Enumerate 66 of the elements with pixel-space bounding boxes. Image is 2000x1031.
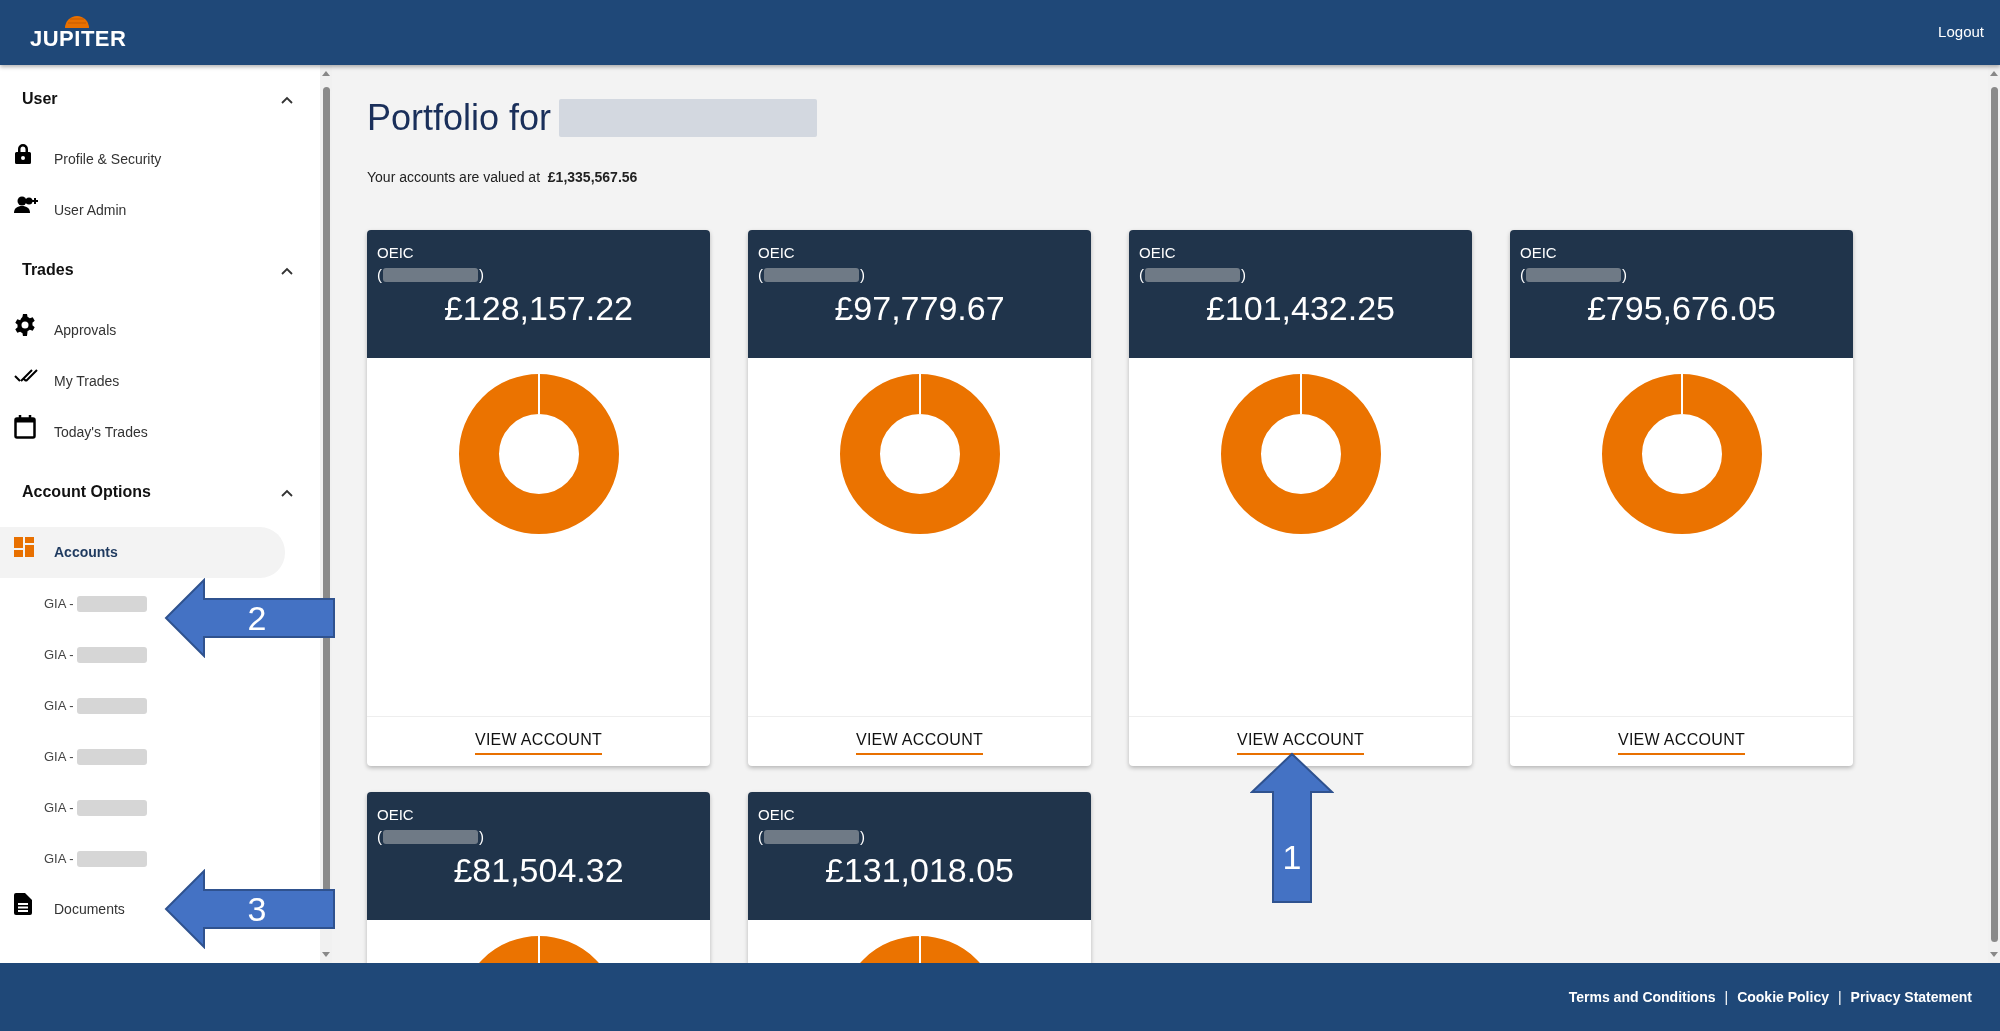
section-title: Account Options bbox=[22, 482, 151, 502]
account-value: £81,504.32 bbox=[452, 850, 625, 891]
add-user-icon bbox=[14, 194, 40, 215]
account-type: OEIC bbox=[758, 805, 796, 825]
view-account-link[interactable]: VIEW ACCOUNT bbox=[855, 728, 984, 755]
section-title: Trades bbox=[22, 260, 74, 280]
account-type: OEIC bbox=[758, 243, 796, 263]
parenthesis: ( bbox=[1520, 265, 1525, 285]
parenthesis: ) bbox=[860, 827, 865, 847]
footer-link[interactable]: Cookie Policy bbox=[1737, 986, 1829, 1008]
parenthesis: ) bbox=[479, 827, 484, 847]
logo[interactable]: JUPITER bbox=[30, 13, 127, 52]
sidebar-item[interactable]: Accounts bbox=[0, 527, 285, 578]
footer-link[interactable]: Terms and Conditions bbox=[1568, 986, 1716, 1008]
callout-number: 2 bbox=[247, 599, 267, 637]
account-value: £97,779.67 bbox=[833, 288, 1006, 329]
view-account-link[interactable]: VIEW ACCOUNT bbox=[1617, 728, 1746, 755]
account-link[interactable]: GIA - bbox=[44, 680, 147, 731]
account-link[interactable]: GIA - bbox=[44, 629, 147, 680]
parenthesis: ( bbox=[1139, 265, 1144, 285]
page-title: Portfolio for bbox=[367, 96, 552, 140]
sidebar-item[interactable]: Approvals bbox=[0, 305, 117, 356]
sidebar-item[interactable]: Profile & Security bbox=[0, 134, 162, 185]
parenthesis: ( bbox=[377, 827, 382, 847]
account-value: £101,432.25 bbox=[1204, 288, 1397, 329]
section-title: User bbox=[22, 89, 58, 109]
sidebar-item[interactable]: My Trades bbox=[0, 356, 120, 407]
scroll-up-icon[interactable] bbox=[322, 71, 330, 76]
parenthesis: ( bbox=[377, 265, 382, 285]
sidebar-item[interactable]: Today's Trades bbox=[0, 407, 148, 458]
sidebar-item[interactable]: User Admin bbox=[0, 185, 127, 236]
logout-link[interactable]: Logout bbox=[1938, 21, 1984, 44]
scroll-down-icon[interactable] bbox=[1990, 952, 1998, 957]
account-value: £131,018.05 bbox=[823, 850, 1016, 891]
account-type: OEIC bbox=[1520, 243, 1558, 263]
scrollbar[interactable] bbox=[320, 65, 332, 963]
scroll-down-icon[interactable] bbox=[322, 952, 330, 957]
callout-number: 3 bbox=[247, 890, 267, 928]
account-value: £128,157.22 bbox=[442, 288, 635, 329]
parenthesis: ) bbox=[1622, 265, 1627, 285]
parenthesis: ( bbox=[758, 265, 763, 285]
account-value: £795,676.05 bbox=[1585, 288, 1778, 329]
parenthesis: ) bbox=[860, 265, 865, 285]
portfolio-summary: Your accounts are valued at £1,335,567.56 bbox=[367, 168, 639, 187]
section-header[interactable]: User bbox=[0, 74, 320, 124]
view-account-link[interactable]: VIEW ACCOUNT bbox=[1236, 728, 1365, 755]
account-type: OEIC bbox=[1139, 243, 1177, 263]
footer-link[interactable]: Privacy Statement bbox=[1850, 986, 1972, 1008]
parenthesis: ( bbox=[758, 827, 763, 847]
parenthesis: ) bbox=[1241, 265, 1246, 285]
separator: | bbox=[1724, 987, 1729, 1007]
account-link[interactable]: GIA - bbox=[44, 833, 147, 884]
planet-icon bbox=[64, 13, 90, 28]
callout-number: 1 bbox=[1282, 838, 1302, 876]
section-header[interactable]: Account Options bbox=[0, 467, 320, 517]
account-link[interactable]: GIA - bbox=[44, 731, 147, 782]
scroll-up-icon[interactable] bbox=[1990, 71, 1998, 76]
account-link[interactable]: GIA - bbox=[44, 578, 147, 629]
sidebar-item[interactable]: Documents bbox=[0, 884, 125, 935]
view-account-link[interactable]: VIEW ACCOUNT bbox=[474, 728, 603, 755]
account-type: OEIC bbox=[377, 805, 415, 825]
parenthesis: ) bbox=[479, 265, 484, 285]
account-type: OEIC bbox=[377, 243, 415, 263]
separator: | bbox=[1837, 987, 1842, 1007]
account-link[interactable]: GIA - bbox=[44, 782, 147, 833]
section-header[interactable]: Trades bbox=[0, 245, 320, 295]
